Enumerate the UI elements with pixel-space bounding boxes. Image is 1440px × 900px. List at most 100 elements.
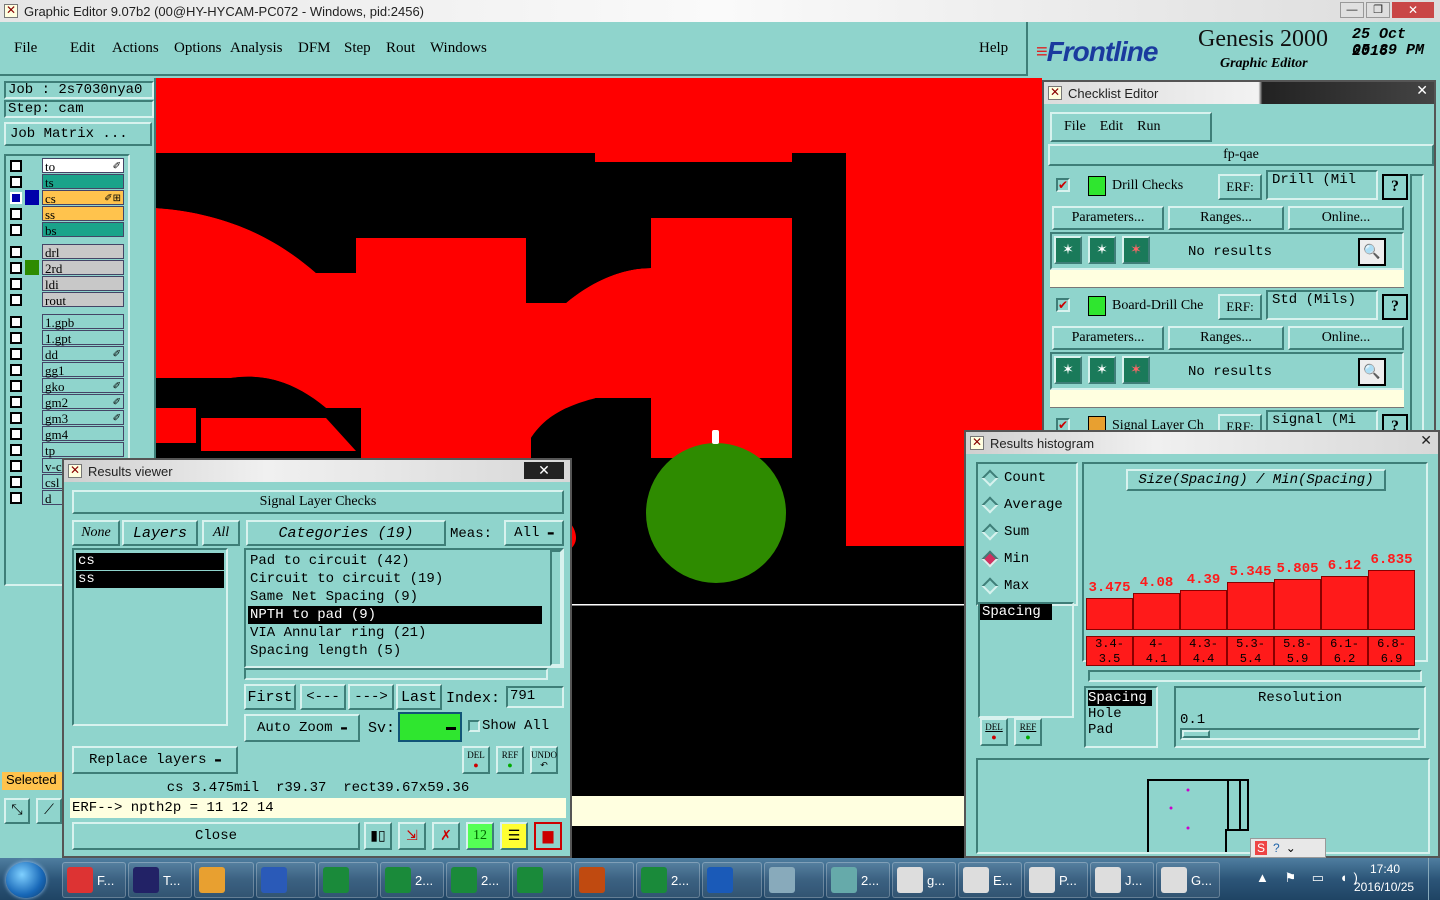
layer-checkbox[interactable] (10, 443, 22, 456)
layer-checkbox[interactable] (10, 411, 22, 424)
layer-checkbox[interactable] (10, 159, 22, 172)
layer-checkbox[interactable] (10, 491, 22, 504)
layer-checkbox[interactable] (10, 475, 22, 488)
layers-button[interactable]: Layers (122, 520, 198, 546)
layer-row-dd[interactable]: dd ✐ (8, 346, 124, 362)
toolbar-report-icon[interactable]: ☰ (500, 822, 528, 850)
prev-button[interactable]: <--- (300, 684, 346, 710)
layer-color-swatch[interactable] (25, 190, 39, 205)
menu-analysis[interactable]: Analysis (230, 40, 298, 57)
layer-checkbox[interactable] (10, 427, 22, 440)
stop-check-icon[interactable]: ✶ (1122, 356, 1150, 384)
menu-windows[interactable]: Windows (430, 40, 490, 57)
menu-edit[interactable]: Edit (70, 40, 112, 57)
layer-row-gm4[interactable]: gm4 (8, 426, 124, 442)
layer-name[interactable]: rout (42, 292, 124, 308)
layer-checkbox[interactable] (10, 315, 22, 328)
layer-color-swatch[interactable] (25, 174, 39, 189)
layer-row-1.gpb[interactable]: 1.gpb (8, 314, 124, 330)
layer-row-bs[interactable]: bs (8, 222, 124, 238)
run-step-icon[interactable]: ✶ (1088, 356, 1116, 384)
toolbar-export-icon[interactable]: ⇲ (398, 822, 426, 850)
check-name[interactable]: Board-Drill Che (1112, 298, 1203, 314)
layer-color-swatch[interactable] (25, 158, 39, 173)
layer-color-swatch[interactable] (25, 346, 39, 361)
last-button[interactable]: Last (396, 684, 442, 710)
layer-color-swatch[interactable] (25, 206, 39, 221)
chart-scrollbar[interactable] (1088, 670, 1422, 682)
start-button[interactable] (6, 862, 46, 898)
layers-none-button[interactable]: None (72, 520, 120, 546)
histogram-bar[interactable] (1086, 598, 1133, 630)
category-h-scrollbar[interactable] (244, 668, 548, 680)
menu-file[interactable]: File (14, 40, 70, 57)
toolbar-clear-icon[interactable]: ✗ (432, 822, 460, 850)
histogram-bar[interactable] (1227, 582, 1274, 630)
layer-checkbox[interactable] (10, 191, 22, 204)
layer-color-swatch[interactable] (25, 442, 39, 457)
taskbar-item[interactable] (512, 862, 572, 898)
first-button[interactable]: First (244, 684, 296, 710)
category-item[interactable]: Spacing length (5) (248, 642, 542, 660)
category-v-scrollbar[interactable] (550, 550, 562, 666)
check-toggle[interactable]: ✔ (1056, 298, 1070, 312)
taskbar-item[interactable] (702, 862, 762, 898)
parameters-button[interactable]: Parameters... (1052, 326, 1164, 350)
toolbar-number-icon[interactable]: 12 (466, 822, 494, 850)
layer-checkbox[interactable] (10, 207, 22, 220)
results-close-button[interactable]: Close (72, 822, 360, 850)
histogram-bar[interactable] (1274, 579, 1321, 630)
show-desktop-button[interactable] (1428, 858, 1440, 900)
layer-row-ldi[interactable]: ldi (8, 276, 124, 292)
online-button[interactable]: Online... (1288, 326, 1404, 350)
option-spacing[interactable]: Spacing (1088, 690, 1152, 706)
check-help-button[interactable]: ? (1382, 294, 1408, 320)
mode-sum[interactable]: Sum (981, 523, 1029, 541)
histogram-ref-button[interactable]: REF ● (1014, 718, 1042, 746)
mode-max[interactable]: Max (981, 577, 1029, 595)
layer-name[interactable]: 1.gpb (42, 314, 124, 330)
erf-field[interactable]: Drill (Mil (1266, 170, 1378, 200)
next-button[interactable]: ---> (348, 684, 394, 710)
mode-count[interactable]: Count (981, 469, 1046, 487)
taskbar-item[interactable] (764, 862, 824, 898)
menu-actions[interactable]: Actions (112, 40, 174, 57)
parameters-button[interactable]: Parameters... (1052, 206, 1164, 230)
minimize-button[interactable]: — (1340, 2, 1364, 18)
layer-row-cs[interactable]: cs ✐⊞ (8, 190, 124, 206)
layer-color-swatch[interactable] (25, 292, 39, 307)
layer-name[interactable]: gm3 ✐ (42, 410, 124, 426)
histogram-bar[interactable] (1133, 593, 1180, 630)
zoom-results-icon[interactable]: 🔍 (1358, 358, 1386, 386)
layer-name[interactable]: ldi (42, 276, 124, 292)
rv-ref-button[interactable]: REF ● (496, 746, 524, 774)
index-input[interactable]: 791 (506, 686, 564, 708)
layer-color-swatch[interactable] (25, 260, 39, 275)
layer-color-swatch[interactable] (25, 330, 39, 345)
ime-bar[interactable]: S? ⌄ (1250, 838, 1326, 858)
layer-name[interactable]: to ✐ (42, 158, 124, 174)
show-all-checkbox[interactable]: Show All (468, 718, 549, 734)
size-list-selected[interactable]: Spacing (980, 604, 1052, 620)
results-viewer-close-icon[interactable]: ✕ (524, 462, 564, 479)
close-window-button[interactable]: ✕ (1392, 2, 1434, 18)
taskbar-item[interactable]: J... (1090, 862, 1154, 898)
meas-select[interactable]: All ▬ (504, 520, 564, 546)
layer-name[interactable]: gm2 ✐ (42, 394, 124, 410)
ranges-button[interactable]: Ranges... (1168, 326, 1284, 350)
layer-row-gko[interactable]: gko ✐ (8, 378, 124, 394)
rv-del-button[interactable]: DEL ● (462, 746, 490, 774)
layer-name[interactable]: dd ✐ (42, 346, 124, 362)
mode-average[interactable]: Average (981, 496, 1063, 514)
check-toggle[interactable]: ✔ (1056, 178, 1070, 192)
checklist-menu-file[interactable]: File (1064, 119, 1086, 135)
taskbar-item[interactable]: P... (1024, 862, 1088, 898)
auto-zoom-select[interactable]: Auto Zoom ▬ (244, 714, 360, 742)
layer-checkbox[interactable] (10, 363, 22, 376)
category-item[interactable]: NPTH to pad (9) (248, 606, 542, 624)
categories-button[interactable]: Categories (19) (246, 520, 446, 546)
taskbar-item[interactable]: G... (1156, 862, 1220, 898)
layer-checkbox[interactable] (10, 245, 22, 258)
layer-color-swatch[interactable] (25, 362, 39, 377)
stop-check-icon[interactable]: ✶ (1122, 236, 1150, 264)
